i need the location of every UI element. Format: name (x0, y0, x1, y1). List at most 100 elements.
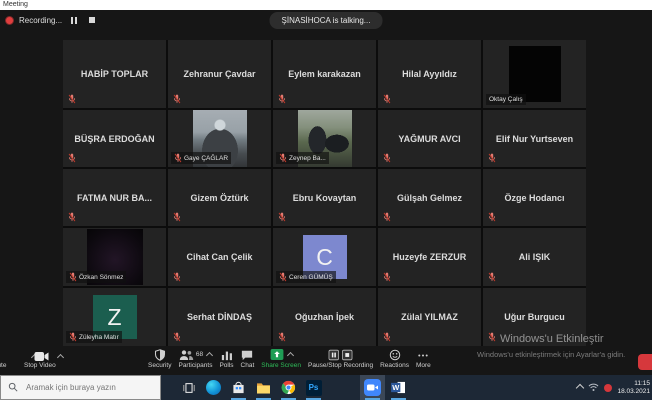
participant-tile[interactable]: Zülal YILMAZ (378, 288, 481, 346)
participant-tile[interactable]: Serhat DİNDAŞ (168, 288, 271, 346)
taskbar-app-file-explorer[interactable] (251, 375, 276, 400)
participant-tile[interactable]: Oktay Çalış (483, 40, 586, 108)
mute-button[interactable]: Mute (0, 362, 6, 369)
participant-tile[interactable]: Huzeyfe ZERZUR (378, 228, 481, 286)
participant-name: Zeynep Ba... (289, 154, 326, 163)
participant-tile[interactable]: BÜŞRA ERDOĞAN (63, 110, 166, 167)
participant-tile[interactable]: Ebru Kovaytan (273, 169, 376, 226)
taskbar-app-icons: Ps W (176, 375, 411, 400)
taskbar-app-edge[interactable] (201, 375, 226, 400)
participant-name: Eylem karakazan (273, 69, 376, 79)
participant-tile[interactable]: Özkan Sönmez (63, 228, 166, 286)
people-icon (179, 349, 194, 361)
participant-name: Serhat DİNDAŞ (168, 312, 271, 322)
taskbar-search[interactable] (0, 375, 161, 400)
toolbar-center-cluster: Security 68Participants Polls Chat Share Scr… (148, 348, 431, 369)
stop-video-button[interactable]: Stop Video (24, 362, 56, 369)
toolbar-participants-button[interactable]: 68Participants (178, 348, 212, 369)
store-icon (232, 381, 245, 395)
participant-tile[interactable]: Ali IŞIK (483, 228, 586, 286)
mic-muted-icon (278, 94, 286, 104)
windows-taskbar: Ps W 11:15 18.03.2021 (0, 375, 652, 400)
participant-name-chip: Gaye ÇAĞLAR (171, 152, 231, 164)
participant-name-chip: Ceren GÜMÜŞ (276, 271, 336, 283)
taskbar-app-store[interactable] (226, 375, 251, 400)
toolbar-share-screen-button[interactable]: Share Screen (261, 348, 301, 369)
participant-tile[interactable]: HABİP TOPLAR (63, 40, 166, 108)
participant-tile[interactable]: Gaye ÇAĞLAR (168, 110, 271, 167)
participant-tile[interactable]: Hilal Ayyıldız (378, 40, 481, 108)
participant-tile[interactable]: YAĞMUR AVCI (378, 110, 481, 167)
participant-name-chip: Zeynep Ba... (276, 152, 329, 164)
participant-name: Ebru Kovaytan (273, 193, 376, 203)
tray-expand-caret[interactable] (576, 383, 584, 391)
network-icon[interactable] (588, 379, 599, 397)
participant-tile[interactable]: Özge Hodancı (483, 169, 586, 226)
zoom-icon (364, 379, 381, 396)
participant-name-chip: Züleyha Matır (66, 331, 122, 343)
toolbar-reactions-button[interactable]: Reactions (380, 348, 409, 369)
video-options-caret[interactable] (57, 354, 64, 361)
mic-muted-icon (278, 212, 286, 222)
participant-tile[interactable]: Gülşah Gelmez (378, 169, 481, 226)
mic-muted-icon (383, 153, 391, 163)
taskbar-app-chrome[interactable] (276, 375, 301, 400)
toolbar-label: Share Screen (261, 362, 301, 369)
participant-tile[interactable]: ZZüleyha Matır (63, 288, 166, 346)
toolbar-chat-button[interactable]: Chat (241, 348, 255, 369)
participant-name: YAĞMUR AVCI (378, 134, 481, 144)
recording-tray-icon[interactable] (604, 384, 612, 392)
chat-icon (241, 349, 253, 361)
taskbar-clock[interactable]: 11:15 18.03.2021 (617, 380, 650, 396)
mic-muted-icon (68, 94, 76, 104)
participant-name: Ali IŞIK (483, 252, 586, 262)
participant-tile[interactable]: Eylem karakazan (273, 40, 376, 108)
mic-muted-icon (278, 332, 286, 342)
participant-name: HABİP TOPLAR (63, 69, 166, 79)
taskbar-app-photoshop[interactable]: Ps (301, 375, 326, 400)
toolbar-label: Reactions (380, 362, 409, 369)
participant-tile[interactable]: Gizem Öztürk (168, 169, 271, 226)
participant-name: Gaye ÇAĞLAR (184, 154, 228, 163)
chrome-icon (281, 380, 296, 395)
participant-tile[interactable]: CCeren GÜMÜŞ (273, 228, 376, 286)
mic-muted-icon (488, 153, 496, 163)
task-view-icon (182, 381, 196, 395)
participant-tile[interactable]: Zehranur Çavdar (168, 40, 271, 108)
clock-time: 11:15 (617, 380, 650, 388)
participant-name: Uğur Burgucu (483, 312, 586, 322)
participant-name: Zehranur Çavdar (168, 69, 271, 79)
zoom-meeting-window: Meeting Recording... ŞİNASİHOCA is talki… (0, 0, 652, 400)
participant-tile[interactable]: Oğuzhan İpek (273, 288, 376, 346)
mic-muted-icon (383, 212, 391, 222)
participant-name: Gülşah Gelmez (378, 193, 481, 203)
mic-muted-icon (69, 272, 77, 282)
toolbar-security-button[interactable]: Security (148, 348, 171, 369)
participant-name: Gizem Öztürk (168, 193, 271, 203)
taskbar-app-zoom[interactable] (360, 375, 385, 400)
photoshop-icon: Ps (306, 380, 322, 396)
search-input[interactable] (24, 382, 153, 393)
participant-tile[interactable]: Zeynep Ba... (273, 110, 376, 167)
pause-recording-button[interactable] (67, 14, 80, 26)
end-meeting-button[interactable] (638, 354, 652, 370)
participant-name: Huzeyfe ZERZUR (378, 252, 481, 262)
participant-tile[interactable]: Elif Nur Yurtseven (483, 110, 586, 167)
participant-tile[interactable]: Cihat Can Çelik (168, 228, 271, 286)
participant-grid: HABİP TOPLARZehranur ÇavdarEylem karakaz… (63, 40, 586, 346)
participant-name: BÜŞRA ERDOĞAN (63, 134, 166, 144)
mic-muted-icon (173, 332, 181, 342)
toolbar-polls-button[interactable]: Polls (219, 348, 233, 369)
toolbar-more-button[interactable]: More (416, 348, 431, 369)
toolbar-label: Security (148, 362, 171, 369)
participant-tile[interactable]: FATMA NUR BA... (63, 169, 166, 226)
participant-name: Oğuzhan İpek (273, 312, 376, 322)
stop-recording-button[interactable] (85, 14, 98, 26)
toolbar-pause-stop-recording-button[interactable]: Pause/Stop Recording (308, 348, 373, 369)
share-screen-options-caret[interactable] (287, 352, 294, 359)
taskbar-app-word[interactable]: W (386, 375, 411, 400)
more-icon (416, 349, 430, 361)
taskbar-app-task-view[interactable] (176, 375, 201, 400)
participants-options-caret[interactable] (206, 352, 213, 359)
word-icon: W (391, 381, 406, 394)
